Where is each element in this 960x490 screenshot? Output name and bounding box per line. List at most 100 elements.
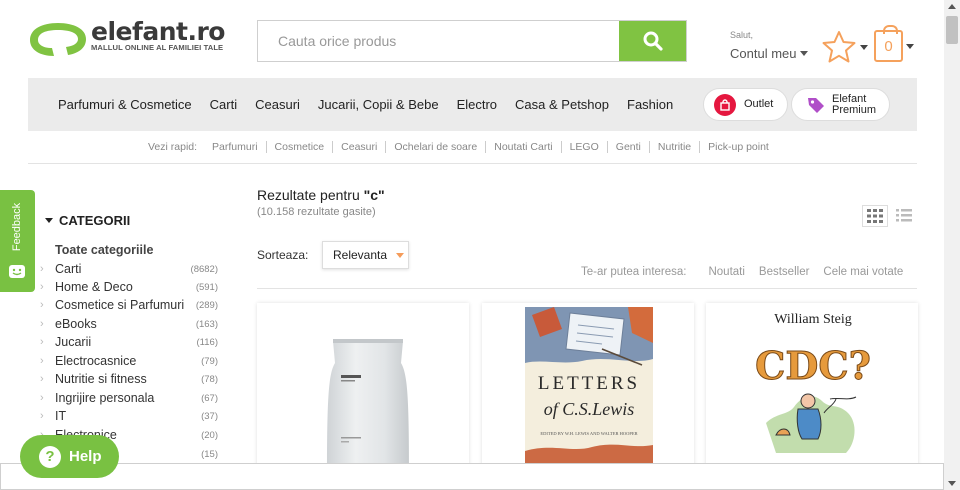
cover-title: LETTERS [537, 373, 641, 394]
smile-icon [9, 265, 25, 278]
nav-item-jucarii[interactable]: Jucarii, Copii & Bebe [318, 97, 439, 112]
results-query: "c" [363, 187, 385, 203]
premium-label-line2: Premium [832, 103, 877, 116]
scrollbar[interactable] [944, 0, 960, 490]
scroll-down-icon[interactable] [948, 481, 956, 486]
account-label: Contul meu [730, 46, 797, 61]
account-menu[interactable]: Contul meu [730, 46, 809, 61]
category-item[interactable]: › Electrocasnice (79) [40, 352, 218, 370]
product-image [750, 303, 876, 473]
greeting: Salut, [730, 30, 754, 40]
caret-down-icon [45, 218, 53, 223]
scrollbar-thumb[interactable] [946, 16, 958, 44]
chevron-down-icon [800, 51, 809, 56]
chevron-down-icon [860, 44, 868, 50]
sort-dropdown[interactable]: Relevanta [322, 241, 409, 269]
scroll-up-icon[interactable] [948, 4, 956, 9]
category-name: Cosmetice si Parfumuri [55, 298, 185, 312]
nav-item-electro[interactable]: Electro [457, 97, 497, 112]
nav-item-carti[interactable]: Carti [210, 97, 237, 112]
category-count: (591) [195, 281, 218, 293]
category-count: (78) [201, 373, 218, 385]
suggestion-link-bestseller[interactable]: Bestseller [759, 266, 810, 278]
grid-icon [867, 209, 883, 223]
quick-links: Vezi rapid: Parfumuri Cosmetice Ceasuri … [148, 141, 777, 153]
cover-title: CDC? [755, 343, 872, 389]
category-name: Electrocasnice [55, 354, 137, 368]
chevron-right-icon: › [40, 336, 44, 348]
help-button[interactable]: ? Help [20, 435, 119, 478]
categories-heading-label: CATEGORII [59, 213, 131, 228]
product-card[interactable]: LETTERS of C.S.Lewis EDITED BY W.H. LEWI… [482, 303, 694, 473]
quick-link[interactable]: Noutati Carti [485, 141, 560, 153]
search-icon [643, 31, 663, 51]
category-count: (37) [201, 410, 218, 422]
chevron-right-icon: › [40, 263, 44, 275]
sort-label: Sorteaza: [257, 248, 309, 262]
search-input[interactable] [258, 21, 619, 61]
all-categories-link[interactable]: Toate categoriile [55, 243, 153, 257]
category-count: (20) [201, 429, 218, 441]
quick-link[interactable]: Nutritie [648, 141, 699, 153]
chevron-right-icon: › [40, 373, 44, 385]
help-label: Help [69, 448, 102, 465]
chevron-right-icon: › [40, 318, 44, 330]
bottom-bar [0, 463, 944, 490]
category-count: (116) [196, 336, 218, 348]
category-item[interactable]: › Jucarii (116) [40, 333, 218, 351]
category-name: Ingrijire personala [55, 391, 155, 405]
list-view-button[interactable] [896, 207, 912, 223]
nav-item-fashion[interactable]: Fashion [627, 97, 673, 112]
premium-button[interactable]: Elefant Premium [791, 88, 890, 121]
nav-item-casa-petshop[interactable]: Casa & Petshop [515, 97, 609, 112]
category-name: Home & Deco [55, 280, 133, 294]
category-name: Nutritie si fitness [55, 372, 147, 386]
cart-button[interactable]: 0 [874, 25, 914, 62]
suggestion-link-noutati[interactable]: Noutati [708, 266, 744, 278]
product-card[interactable]: William Steig CDC? [706, 303, 918, 473]
category-item[interactable]: › Carti (8682) [40, 260, 218, 278]
quick-link[interactable]: Ochelari de soare [385, 141, 485, 153]
logo-text: elefant.ro [91, 17, 225, 46]
search-button[interactable] [619, 21, 686, 61]
category-item[interactable]: › Cosmetice si Parfumuri (289) [40, 296, 218, 314]
category-count: (8682) [190, 263, 218, 275]
outlet-button[interactable]: Outlet [703, 88, 788, 121]
category-name: IT [55, 409, 67, 423]
category-item[interactable]: › eBooks (163) [40, 315, 218, 333]
chevron-right-icon: › [40, 281, 44, 293]
shopping-bag-icon [714, 93, 736, 116]
quick-links-label: Vezi rapid: [148, 141, 198, 153]
suggestions-label: Te-ar putea interesa: [581, 266, 687, 278]
chevron-down-icon [396, 252, 405, 258]
chevron-right-icon: › [40, 299, 44, 311]
quick-link[interactable]: Pick-up point [699, 141, 777, 153]
category-name: Jucarii [55, 335, 92, 349]
premium-label: Elefant Premium [832, 93, 877, 116]
nav-item-ceasuri[interactable]: Ceasuri [255, 97, 300, 112]
quick-link[interactable]: Genti [606, 141, 649, 153]
product-card[interactable] [257, 303, 469, 473]
divider [257, 288, 917, 289]
quick-link[interactable]: Ceasuri [332, 141, 385, 153]
cover-credit: EDITED BY W.H. LEWIS AND WALTER HOOPER [540, 431, 638, 436]
question-icon: ? [39, 445, 61, 468]
categories-heading[interactable]: CATEGORII [45, 213, 130, 228]
star-icon [822, 31, 856, 63]
category-item[interactable]: › Ingrijire personala (67) [40, 389, 218, 407]
wishlist-button[interactable] [820, 30, 868, 64]
grid-view-button[interactable] [862, 205, 888, 227]
category-item[interactable]: › Nutritie si fitness (78) [40, 370, 218, 388]
quick-link[interactable]: LEGO [560, 141, 607, 153]
category-count: (67) [201, 392, 218, 404]
quick-link[interactable]: Parfumuri [204, 141, 266, 153]
quick-link[interactable]: Cosmetice [265, 141, 333, 153]
results-title-prefix: Rezultate pentru [257, 187, 364, 203]
category-count: (289) [195, 299, 218, 311]
category-item[interactable]: › IT (37) [40, 407, 218, 425]
tag-icon [808, 97, 824, 113]
category-item[interactable]: › Home & Deco (591) [40, 278, 218, 296]
nav-item-parfumuri[interactable]: Parfumuri & Cosmetice [58, 97, 192, 112]
suggestion-link-cele-mai-votate[interactable]: Cele mai votate [823, 266, 903, 278]
results-title: Rezultate pentru "c" [257, 187, 385, 203]
